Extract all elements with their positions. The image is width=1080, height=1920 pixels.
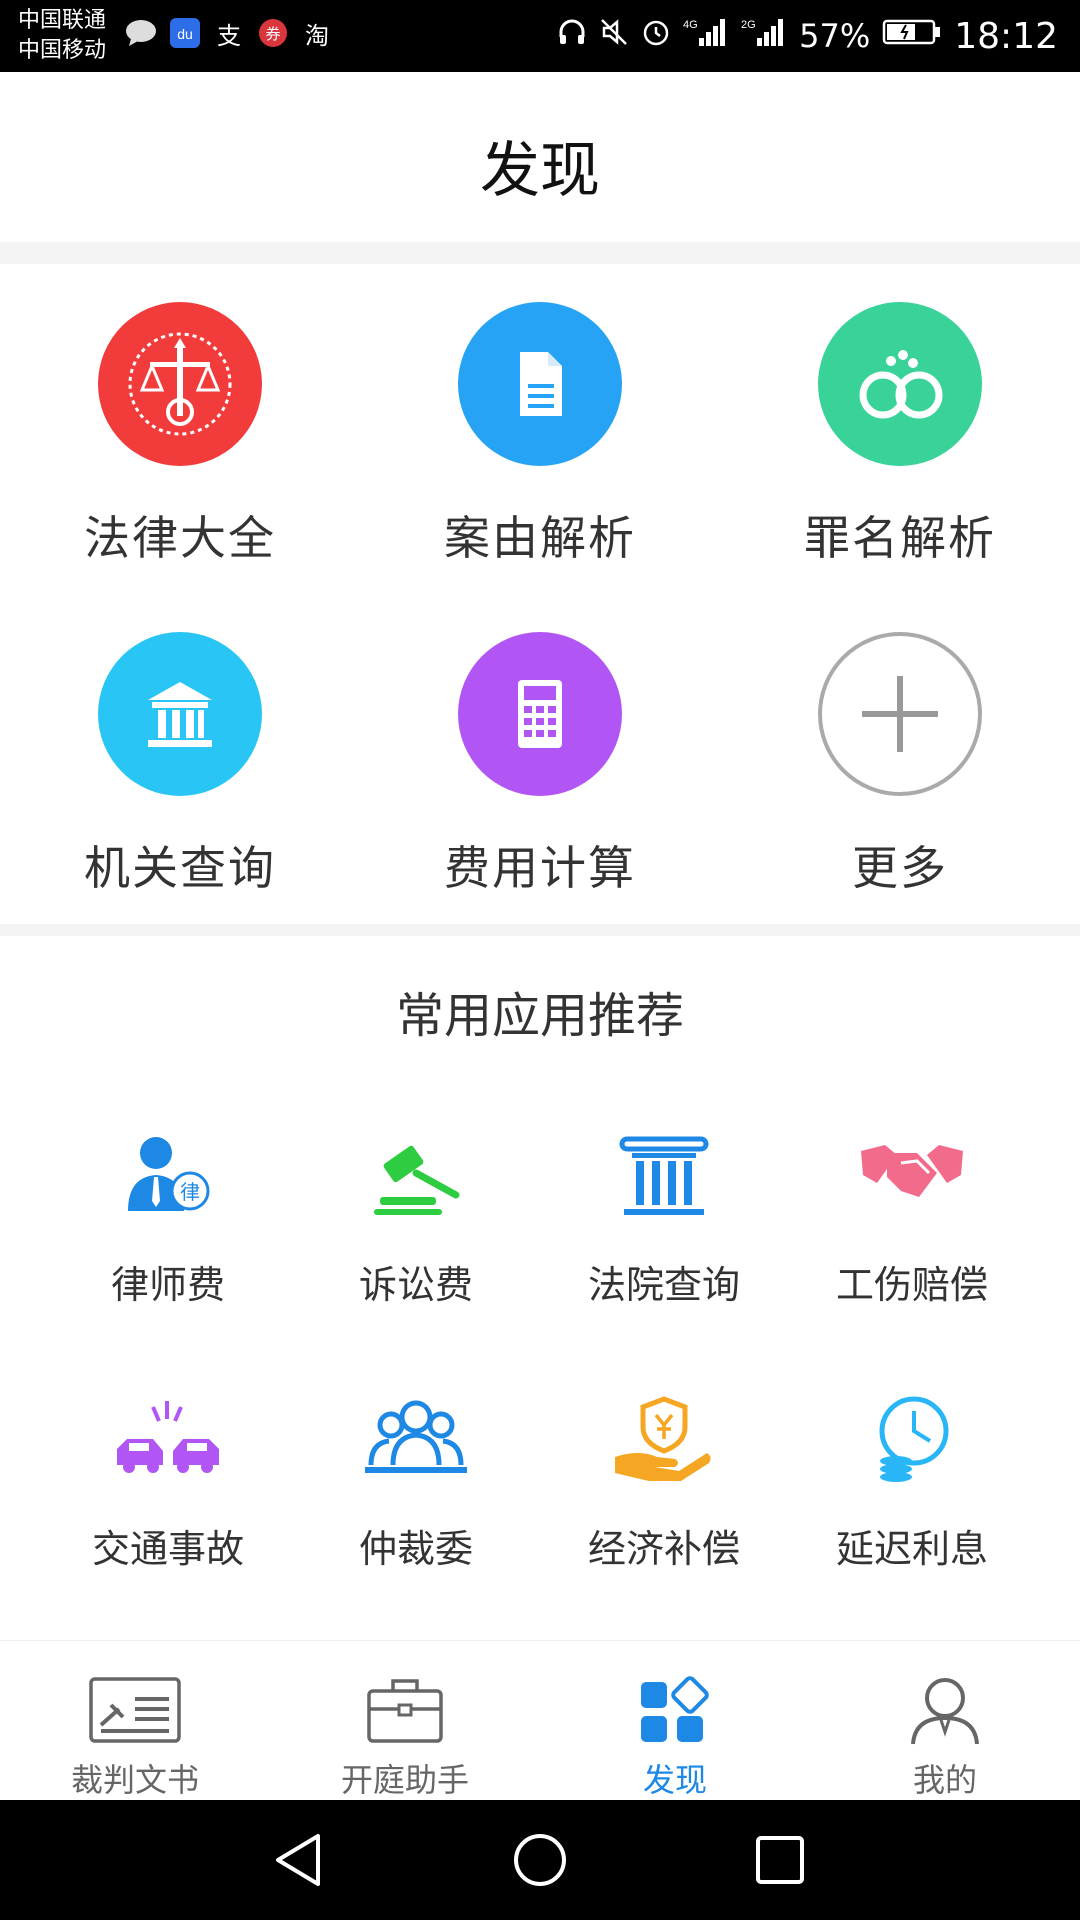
mute-icon — [599, 16, 629, 56]
app-label: 仲裁委 — [358, 1527, 473, 1571]
svg-text:券: 券 — [265, 25, 280, 43]
status-bar: 中国联通 中国移动 du 支 券 淘 4G 2G 57% 18:12 — [0, 0, 1080, 72]
discover-grid-icon — [625, 1671, 725, 1749]
app-court-query[interactable]: 法院查询 — [540, 1126, 788, 1366]
bottom-tab-bar: 裁判文书 开庭助手 发现 我的 — [0, 1640, 1080, 1801]
tool-grid: 法律大全 案由解析 罪名解析 机关查询 费用计算 更多 — [0, 264, 1080, 924]
tab-label: 裁判文书 — [70, 1761, 199, 1799]
battery-percent: 57% — [799, 17, 871, 55]
tab-discover[interactable]: 发现 — [540, 1641, 810, 1801]
tool-more[interactable]: 更多 — [720, 594, 1080, 924]
divider — [0, 242, 1080, 264]
app-label: 延迟利息 — [835, 1527, 988, 1571]
clock-coins-icon — [852, 1390, 972, 1490]
scales-emblem-icon — [98, 302, 262, 466]
briefcase-icon — [355, 1671, 455, 1749]
hand-money-icon — [604, 1390, 724, 1490]
car-crash-icon — [108, 1390, 228, 1490]
tab-label: 开庭助手 — [340, 1761, 469, 1799]
app-label: 诉讼费 — [358, 1263, 473, 1307]
app-lawyer-fee[interactable]: 律 律师费 — [44, 1126, 292, 1366]
plus-icon — [818, 632, 982, 796]
tool-case-analysis[interactable]: 案由解析 — [360, 264, 720, 594]
divider — [0, 924, 1080, 936]
home-icon[interactable] — [500, 1820, 580, 1900]
app-late-interest[interactable]: 延迟利息 — [788, 1390, 1036, 1630]
section-title: 常用应用推荐 — [395, 988, 684, 1044]
app-label: 律师费 — [110, 1263, 225, 1307]
tool-label: 更多 — [852, 841, 948, 895]
lawyer-icon: 律 — [108, 1126, 228, 1226]
tab-court-assistant[interactable]: 开庭助手 — [270, 1641, 540, 1801]
tab-judgment-docs[interactable]: 裁判文书 — [0, 1641, 270, 1801]
institution-icon — [98, 632, 262, 796]
message-icon — [124, 16, 158, 50]
svg-text:律: 律 — [180, 1180, 200, 1204]
tab-label: 我的 — [912, 1761, 977, 1799]
calculator-icon — [458, 632, 622, 796]
tab-profile[interactable]: 我的 — [810, 1641, 1080, 1801]
tool-label: 案由解析 — [444, 511, 636, 565]
app-economic-compensation[interactable]: 经济补偿 — [540, 1390, 788, 1630]
back-icon[interactable] — [260, 1820, 340, 1900]
handcuffs-icon — [818, 302, 982, 466]
app-label: 交通事故 — [91, 1527, 244, 1571]
system-status: 4G 2G 57% 18:12 — [557, 0, 1058, 72]
app-label: 经济补偿 — [587, 1527, 740, 1571]
tool-charge-analysis[interactable]: 罪名解析 — [720, 264, 1080, 594]
page-header: 发现 — [0, 72, 1080, 242]
tool-label: 罪名解析 — [804, 511, 996, 565]
svg-text:4G: 4G — [683, 19, 698, 31]
document-icon — [458, 302, 622, 466]
headphones-icon — [557, 16, 587, 56]
app-litigation-fee[interactable]: 诉讼费 — [292, 1126, 540, 1366]
signal-4g-icon: 4G — [683, 16, 729, 57]
taobao-icon: 淘 — [305, 21, 329, 50]
svg-text:2G: 2G — [741, 19, 756, 31]
alarm-icon — [641, 16, 671, 56]
tool-law-library[interactable]: 法律大全 — [0, 264, 360, 594]
app-injury-compensation[interactable]: 工伤赔偿 — [788, 1126, 1036, 1366]
handshake-icon — [852, 1126, 972, 1226]
page-title: 发现 — [480, 136, 600, 206]
tool-label: 费用计算 — [444, 841, 636, 895]
tool-label: 机关查询 — [84, 841, 276, 895]
app-traffic-accident[interactable]: 交通事故 — [44, 1390, 292, 1630]
court-column-icon — [604, 1126, 724, 1226]
battery-icon — [882, 16, 942, 56]
svg-text:du: du — [177, 26, 193, 42]
baidu-icon: du — [168, 16, 202, 50]
user-icon — [895, 1671, 995, 1749]
app-label: 法院查询 — [587, 1263, 740, 1307]
app-label: 工伤赔偿 — [835, 1263, 988, 1307]
judgment-doc-icon — [85, 1671, 185, 1749]
coupon-icon: 券 — [256, 16, 290, 50]
alipay-icon: 支 — [217, 21, 241, 50]
tab-label: 发现 — [642, 1761, 707, 1799]
signal-2g-icon: 2G — [741, 16, 787, 57]
tool-label: 法律大全 — [84, 511, 276, 565]
system-nav-bar — [0, 1800, 1080, 1920]
gavel-icon — [356, 1126, 476, 1226]
recommended-apps: 常用应用推荐 律 律师费 诉讼费 法院查询 工伤赔偿 交通事故 仲裁委 经济补偿… — [0, 936, 1080, 1626]
recents-icon[interactable] — [740, 1820, 820, 1900]
tool-fee-calc[interactable]: 费用计算 — [360, 594, 720, 924]
clock: 18:12 — [954, 15, 1058, 57]
notification-icons: du 支 券 淘 — [124, 16, 334, 50]
carrier-2: 中国移动 — [18, 38, 107, 63]
tool-agency-query[interactable]: 机关查询 — [0, 594, 360, 924]
carrier-info: 中国联通 中国移动 — [18, 6, 106, 66]
app-arbitration[interactable]: 仲裁委 — [292, 1390, 540, 1630]
carrier-1: 中国联通 — [18, 8, 107, 33]
people-group-icon — [356, 1390, 476, 1490]
